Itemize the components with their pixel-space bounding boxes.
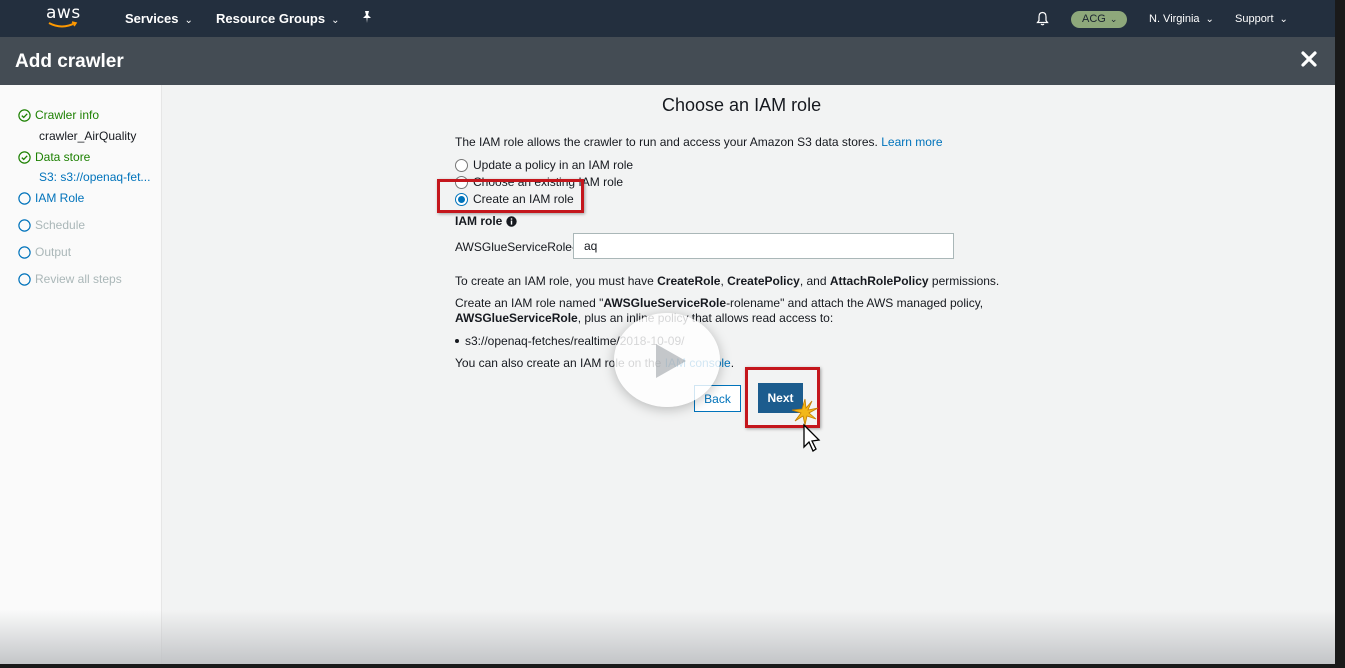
bullet-icon — [455, 339, 459, 343]
bell-icon[interactable] — [1036, 11, 1049, 29]
permission-attach-role-policy: AttachRolePolicy — [829, 274, 929, 288]
page-title: Add crawler — [15, 51, 124, 72]
top-navigation: aws Services ⌄ Resource Groups ⌄ ACG ⌄ N. V… — [0, 0, 1335, 37]
check-circle-icon — [18, 151, 31, 167]
info-icon[interactable] — [506, 216, 518, 230]
step-iam-role[interactable]: IAM Role — [18, 191, 84, 208]
iam-role-label: IAM role — [455, 214, 518, 230]
chevron-down-icon: ⌄ — [331, 15, 340, 26]
intro-label: The IAM role allows the crawler to run a… — [455, 135, 878, 149]
account-badge[interactable]: ACG ⌄ — [1071, 11, 1127, 28]
radio-label: Update a policy in an IAM role — [473, 158, 634, 172]
learn-more-link[interactable]: Learn more — [881, 135, 942, 149]
policy-name-bold: AWSGlueServiceRole — [455, 311, 578, 325]
permission-create-policy: CreatePolicy — [727, 274, 800, 288]
permissions-text: To create an IAM role, you must have Cre… — [455, 274, 999, 288]
step-label: Data store — [35, 150, 91, 164]
step-label: Crawler info — [35, 108, 100, 122]
aws-logo-text: aws — [46, 3, 81, 23]
resource-groups-label: Resource Groups — [216, 11, 326, 26]
check-circle-icon — [18, 109, 31, 125]
bottom-edge-bar — [0, 664, 1345, 668]
step-schedule: Schedule — [18, 218, 85, 235]
close-icon[interactable] — [1299, 49, 1319, 69]
step-data-store[interactable]: Data store — [18, 150, 90, 167]
step-label: Review all steps — [35, 272, 122, 286]
aws-logo[interactable]: aws — [46, 4, 86, 32]
chevron-down-icon: ⌄ — [1205, 14, 1214, 25]
step-detail-data-store[interactable]: S3: s3://openaq-fet... — [39, 170, 150, 184]
role-name-input[interactable] — [573, 233, 954, 259]
play-icon — [656, 344, 686, 378]
section-title: Choose an IAM role — [662, 95, 822, 115]
intro-text: The IAM role allows the crawler to run a… — [455, 135, 943, 149]
browser-frame: aws Services ⌄ Resource Groups ⌄ ACG ⌄ N. V… — [0, 0, 1335, 664]
wizard-steps-sidebar: Crawler info crawler_AirQuality Data sto… — [0, 85, 162, 664]
permissions-text-part: , and — [799, 274, 830, 288]
iam-role-label-text: IAM role — [455, 214, 503, 228]
bottom-fade-overlay — [0, 610, 1335, 664]
role-name-bold: AWSGlueServiceRole — [603, 296, 727, 310]
region-label: N. Virginia — [1149, 13, 1200, 25]
create-text-part: -rolename" and attach the AWS managed po… — [726, 296, 984, 310]
account-label: ACG — [1082, 13, 1106, 25]
create-text-part: Create an IAM role named " — [455, 296, 604, 310]
permissions-text-part: permissions. — [928, 274, 1000, 288]
step-detail-crawler-name: crawler_AirQuality — [39, 129, 137, 143]
permissions-text-part: To create an IAM role, you must have — [455, 274, 658, 288]
region-menu[interactable]: N. Virginia ⌄ — [1149, 13, 1214, 25]
right-edge-bar — [1335, 0, 1345, 668]
console-text-part: . — [730, 356, 735, 370]
permission-create-role: CreateRole — [657, 274, 721, 288]
services-menu[interactable]: Services ⌄ — [125, 11, 193, 26]
pin-icon[interactable] — [361, 10, 373, 27]
circle-icon — [18, 246, 31, 262]
page-header: Add crawler — [0, 37, 1335, 85]
radio-update-policy[interactable]: Update a policy in an IAM role — [455, 158, 633, 172]
aws-smile-icon — [48, 21, 78, 28]
support-menu[interactable]: Support ⌄ — [1235, 13, 1288, 25]
circle-icon — [18, 192, 31, 208]
chevron-down-icon: ⌄ — [1279, 14, 1288, 25]
radio-button[interactable] — [455, 159, 468, 172]
services-label: Services — [125, 11, 179, 26]
resource-groups-menu[interactable]: Resource Groups ⌄ — [216, 11, 339, 26]
circle-icon — [18, 219, 31, 235]
step-label: Schedule — [35, 218, 86, 232]
role-name-prefix: AWSGlueServiceRole- — [455, 240, 576, 254]
step-label: IAM Role — [35, 191, 85, 205]
highlight-create-role — [437, 179, 584, 213]
step-output: Output — [18, 245, 71, 262]
video-play-button[interactable] — [614, 313, 720, 407]
chevron-down-icon: ⌄ — [184, 15, 193, 26]
circle-icon — [18, 273, 31, 289]
step-crawler-info[interactable]: Crawler info — [18, 108, 99, 125]
step-label: Output — [35, 245, 72, 259]
mouse-cursor-icon — [790, 395, 824, 456]
step-review: Review all steps — [18, 272, 122, 289]
create-text-part: , plus an inline policy that allows read… — [577, 311, 834, 325]
chevron-down-icon: ⌄ — [1109, 14, 1118, 24]
support-label: Support — [1235, 13, 1274, 25]
create-role-text-line1: Create an IAM role named "AWSGlueService… — [455, 296, 983, 310]
